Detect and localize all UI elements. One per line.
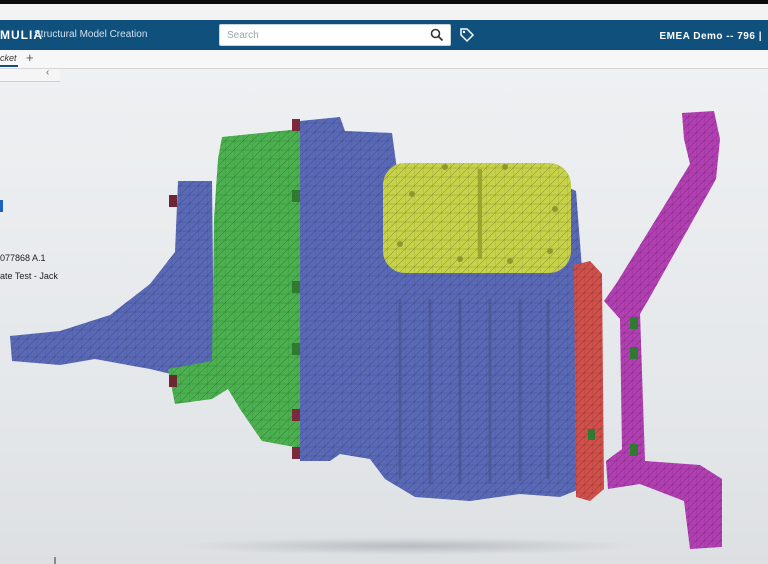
red-end-cap[interactable] — [574, 261, 604, 501]
tab-bar: cket + — [0, 50, 768, 69]
3d-viewport[interactable]: ‹ 077868 A.1 ate Test - Jack — [0, 69, 768, 564]
yellow-top-cover[interactable] — [383, 163, 571, 273]
search-icon[interactable] — [430, 28, 444, 42]
window-gap — [0, 4, 768, 20]
magenta-support-arm[interactable] — [604, 111, 722, 549]
left-mount-bracket[interactable] — [10, 181, 214, 381]
active-tab-indicator — [0, 65, 18, 67]
app-header: MULIA Structural Model Creation Search E… — [0, 20, 768, 50]
search-placeholder: Search — [227, 30, 259, 41]
tag-icon[interactable] — [458, 26, 476, 44]
tab-bracket[interactable]: cket — [0, 53, 17, 63]
search-input[interactable]: Search — [219, 24, 451, 46]
workspace-label[interactable]: EMEA Demo -- 796 | — [659, 31, 762, 42]
floor-shadow — [180, 537, 640, 555]
meshed-assembly-model[interactable] — [0, 69, 768, 564]
app-title: Structural Model Creation — [34, 29, 148, 40]
plus-icon[interactable]: + — [26, 50, 34, 65]
